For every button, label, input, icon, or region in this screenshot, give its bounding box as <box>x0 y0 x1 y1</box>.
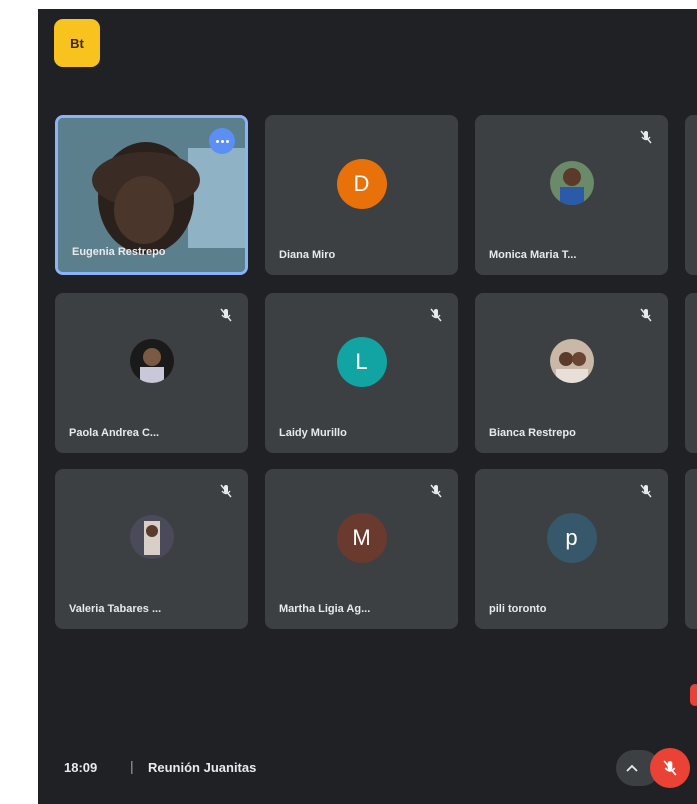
mic-off-icon <box>428 307 444 323</box>
mic-off-icon <box>638 129 654 145</box>
participant-tile-partial[interactable] <box>685 115 697 275</box>
recording-indicator <box>690 684 697 706</box>
avatar: L <box>336 337 387 387</box>
avatar <box>129 515 174 559</box>
avatar: p <box>546 513 597 563</box>
mic-off-icon <box>218 483 234 499</box>
participant-name: Martha Ligia Ag... <box>279 603 371 615</box>
participant-name: Monica Maria T... <box>489 249 577 261</box>
participant-tile[interactable]: Bianca Restrepo <box>475 293 668 453</box>
participant-name: Eugenia Restrepo <box>72 246 166 258</box>
participant-tile[interactable]: D Diana Miro <box>265 115 458 275</box>
participant-name: pili toronto <box>489 603 547 615</box>
mic-off-icon <box>638 483 654 499</box>
avatar-letter: p <box>565 525 578 550</box>
toggle-mic-button[interactable] <box>650 748 690 788</box>
participant-tile-partial[interactable] <box>685 469 697 629</box>
participant-tile-partial[interactable] <box>685 293 697 453</box>
avatar-letter: D <box>353 171 370 196</box>
participant-name: Valeria Tabares ... <box>69 603 162 615</box>
participant-tile[interactable]: Valeria Tabares ... <box>55 469 248 629</box>
meeting-title: Reunión Juanitas <box>148 760 257 775</box>
divider: | <box>130 758 134 774</box>
participant-name: Paola Andrea C... <box>69 427 160 439</box>
chevron-up-icon <box>626 764 638 772</box>
meeting-window: Bt Eugenia Restrepo D Diana Miro Monica … <box>38 9 697 804</box>
participant-name: Bianca Restrepo <box>489 427 576 439</box>
avatar <box>549 339 594 383</box>
logo-text: Bt <box>70 35 84 51</box>
mic-off-icon <box>638 307 654 323</box>
app-logo[interactable]: Bt <box>54 19 100 67</box>
participant-name: Diana Miro <box>279 249 336 261</box>
avatar: M <box>336 513 387 563</box>
mic-off-icon <box>218 307 234 323</box>
mic-off-icon <box>663 760 677 776</box>
bottom-bar: 18:09 | Reunión Juanitas <box>38 732 697 804</box>
participant-tile[interactable]: L Laidy Murillo <box>265 293 458 453</box>
participant-tile[interactable]: Paola Andrea C... <box>55 293 248 453</box>
more-options-icon[interactable] <box>209 128 235 154</box>
participant-tile[interactable]: M Martha Ligia Ag... <box>265 469 458 629</box>
avatar-letter: M <box>352 525 371 550</box>
mic-off-icon <box>428 483 444 499</box>
avatar <box>549 161 594 205</box>
participant-tile[interactable]: p pili toronto <box>475 469 668 629</box>
avatar <box>129 339 174 383</box>
avatar-letter: L <box>355 349 368 374</box>
participant-tile-self[interactable]: Eugenia Restrepo <box>55 115 248 275</box>
clock: 18:09 <box>64 760 98 775</box>
participant-name: Laidy Murillo <box>279 427 347 439</box>
avatar: D <box>336 159 387 209</box>
participant-tile[interactable]: Monica Maria T... <box>475 115 668 275</box>
